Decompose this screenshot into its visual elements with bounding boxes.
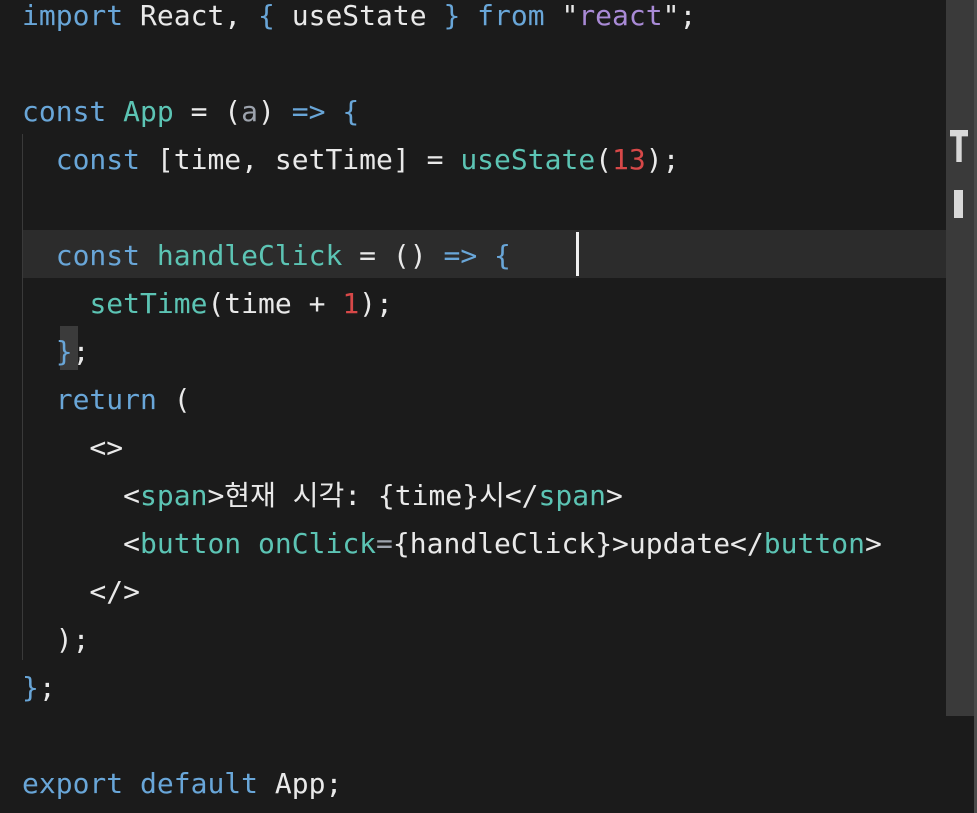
minimap-marker-icon: [954, 190, 963, 218]
code-line[interactable]: const [time, setTime] = useState(13);: [22, 136, 680, 184]
code-token: <: [22, 479, 141, 512]
code-token: useState: [460, 143, 596, 176]
code-token: React,: [123, 0, 259, 32]
code-token: =>: [291, 95, 326, 128]
code-token: from: [477, 0, 545, 32]
code-token: 13: [612, 143, 646, 176]
code-editor[interactable]: import React, { useState } from "react";…: [0, 0, 946, 813]
code-token: 1: [342, 287, 360, 320]
code-token: ";: [662, 0, 697, 32]
code-line[interactable]: import React, { useState } from "react";: [22, 0, 696, 40]
code-token: ;: [38, 671, 56, 704]
text-cursor: [576, 232, 579, 276]
code-line[interactable]: const App = (a) => {: [22, 88, 359, 136]
code-line[interactable]: );: [22, 616, 90, 664]
code-line[interactable]: };: [22, 664, 56, 712]
code-line[interactable]: export default App;: [22, 760, 342, 808]
code-token: setTime: [89, 287, 208, 320]
code-token: App: [123, 95, 174, 128]
code-token: </>: [22, 575, 141, 608]
scrollbar-thumb[interactable]: [946, 0, 974, 716]
code-token: (: [595, 143, 613, 176]
code-token: (time +: [207, 287, 343, 320]
code-line[interactable]: setTime(time + 1);: [22, 280, 393, 328]
code-token: >현재 시각: {time}시</: [207, 479, 539, 512]
code-token: = (: [173, 95, 242, 128]
code-token: const: [22, 95, 107, 128]
code-token: );: [22, 623, 90, 656]
code-token: onClick: [258, 527, 377, 560]
code-token: import: [22, 0, 124, 32]
code-token: App;: [258, 767, 343, 800]
code-token: =>: [443, 239, 478, 272]
code-token: (: [156, 383, 191, 416]
code-token: const: [55, 239, 141, 272]
code-token: );: [645, 143, 680, 176]
code-token: const: [55, 143, 141, 176]
code-line[interactable]: };: [22, 328, 90, 376]
code-token: button: [140, 527, 242, 560]
code-token: }: [55, 335, 73, 368]
code-token: default: [140, 767, 259, 800]
code-token: export: [22, 767, 124, 800]
code-line[interactable]: const handleClick = () => {: [22, 232, 511, 280]
code-line[interactable]: <button onClick={handleClick}>update</bu…: [22, 520, 882, 568]
code-token: return: [55, 383, 157, 416]
code-line[interactable]: return (: [22, 376, 191, 424]
code-token: >: [605, 479, 623, 512]
code-token: handleClick: [156, 239, 343, 272]
code-token: {: [494, 239, 511, 272]
code-token: ": [544, 0, 579, 32]
code-line[interactable]: <>: [22, 424, 123, 472]
code-token: {: [342, 95, 360, 128]
code-token: {: [258, 0, 275, 32]
code-token: >: [864, 527, 882, 560]
code-token: ;: [72, 335, 90, 368]
code-token: useState: [274, 0, 444, 32]
code-token: {handleClick}>update</: [392, 527, 764, 560]
code-line[interactable]: </>: [22, 568, 140, 616]
code-line[interactable]: <span>현재 시각: {time}시</span>: [22, 472, 623, 520]
code-token: a: [241, 95, 259, 128]
code-token: }: [22, 671, 39, 704]
code-token: <: [22, 527, 141, 560]
code-token: span: [538, 479, 606, 512]
code-token: [time, setTime] =: [140, 143, 461, 176]
code-token: <>: [22, 431, 124, 464]
code-token: }: [443, 0, 461, 32]
vertical-scrollbar[interactable]: [946, 0, 977, 813]
code-token: =: [376, 527, 393, 560]
code-token: = (): [342, 239, 444, 272]
code-token: react: [578, 0, 663, 32]
code-token: button: [763, 527, 865, 560]
code-token: );: [359, 287, 393, 320]
code-token: ): [258, 95, 292, 128]
code-token: span: [140, 479, 208, 512]
